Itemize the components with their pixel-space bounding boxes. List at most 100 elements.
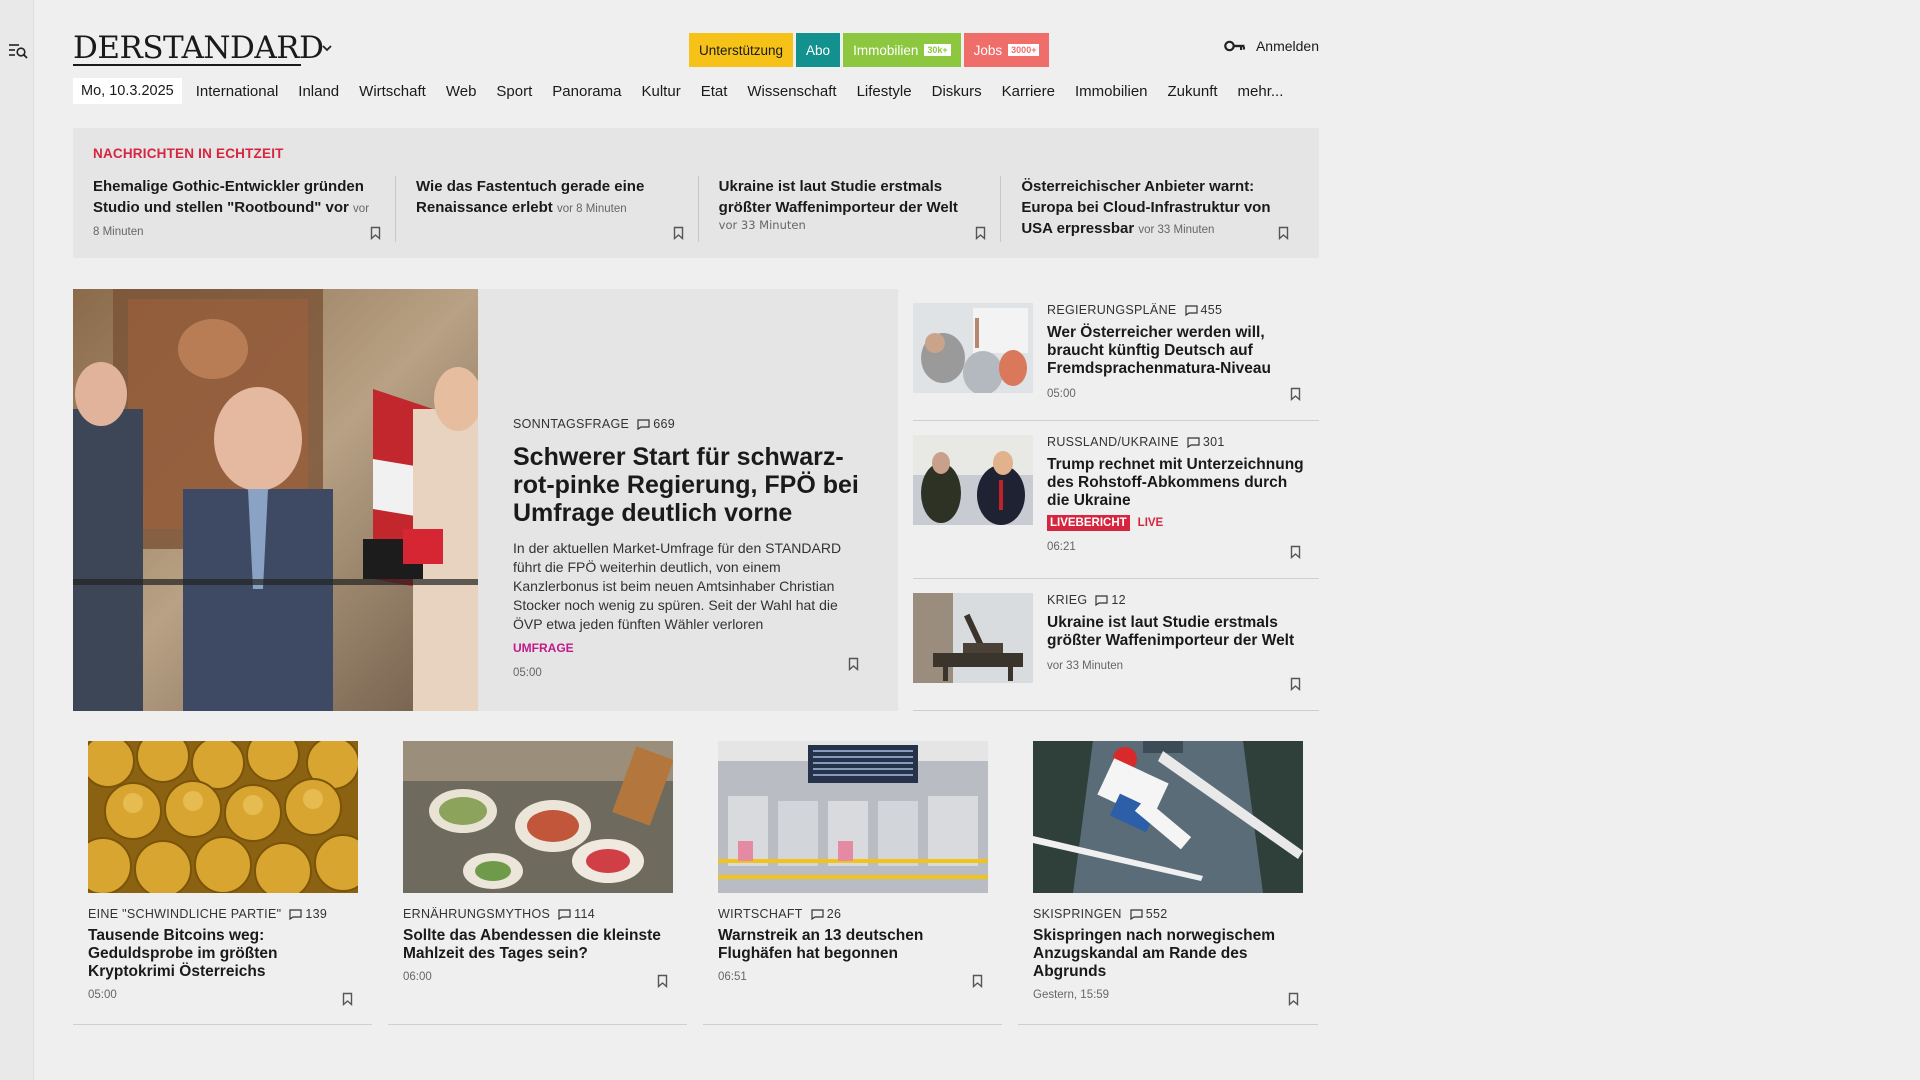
article-thumbnail[interactable] bbox=[913, 593, 1033, 683]
comments-link[interactable]: 12 bbox=[1095, 593, 1126, 607]
comments-link[interactable]: 114 bbox=[558, 907, 595, 921]
article-title[interactable]: Wer Österreicher werden will, braucht kü… bbox=[1047, 324, 1307, 378]
main-nav: Mo, 10.3.2025 International Inland Wirts… bbox=[73, 77, 1303, 105]
nav-inland[interactable]: Inland bbox=[298, 83, 339, 100]
bookmark-icon[interactable] bbox=[1290, 545, 1301, 559]
site-logo[interactable]: DERSTANDARD bbox=[73, 30, 324, 66]
abo-button[interactable]: Abo bbox=[796, 33, 841, 67]
article-kicker: WIRTSCHAFT bbox=[718, 907, 803, 921]
list-item[interactable]: KRIEG 12 Ukraine ist laut Studie erstmal… bbox=[913, 579, 1319, 711]
article-image[interactable] bbox=[403, 741, 673, 893]
article-card[interactable]: SKISPRINGEN 552 Skispringen nach norwegi… bbox=[1018, 729, 1318, 1025]
bookmark-icon[interactable] bbox=[1290, 677, 1301, 691]
article-card[interactable]: ERNÄHRUNGSMYTHOS 114 Sollte das Abendess… bbox=[388, 729, 687, 1025]
comments-link[interactable]: 552 bbox=[1130, 907, 1168, 921]
header-pills: Unterstützung Abo Immobilien 30k+ Jobs 3… bbox=[689, 33, 1050, 67]
comments-link[interactable]: 455 bbox=[1184, 303, 1223, 317]
ticker-item[interactable]: Ukraine ist laut Studie erstmals größter… bbox=[697, 176, 1001, 242]
hero-comments-link[interactable]: 669 bbox=[637, 417, 675, 431]
article-image[interactable] bbox=[718, 741, 988, 893]
nav-kultur[interactable]: Kultur bbox=[642, 83, 681, 100]
nav-immobilien[interactable]: Immobilien bbox=[1075, 83, 1148, 100]
article-thumbnail[interactable] bbox=[913, 435, 1033, 525]
bookmark-icon[interactable] bbox=[1288, 992, 1299, 1006]
hero-teaser: In der aktuellen Market-Umfrage für den … bbox=[513, 540, 842, 632]
article-kicker: KRIEG bbox=[1047, 593, 1088, 607]
nav-wirtschaft[interactable]: Wirtschaft bbox=[359, 83, 426, 100]
nav-karriere[interactable]: Karriere bbox=[1002, 83, 1055, 100]
comment-icon bbox=[558, 908, 571, 920]
chevron-down-icon[interactable] bbox=[319, 40, 335, 56]
nav-wissenschaft[interactable]: Wissenschaft bbox=[747, 83, 836, 100]
article-title[interactable]: Sollte das Abendessen die kleinste Mahlz… bbox=[403, 927, 675, 963]
login-button[interactable]: Anmelden bbox=[1224, 38, 1319, 54]
nav-zukunft[interactable]: Zukunft bbox=[1168, 83, 1218, 100]
article-time: 06:00 bbox=[403, 971, 432, 983]
ticker-item[interactable]: Wie das Fastentuch gerade eine Renaissan… bbox=[395, 176, 698, 242]
nav-web[interactable]: Web bbox=[446, 83, 477, 100]
article-card[interactable]: EINE "SCHWINDLICHE PARTIE" 139 Tausende … bbox=[73, 729, 372, 1025]
jobs-label: Jobs bbox=[973, 42, 1003, 58]
ticker-item-time: vor 8 Minuten bbox=[556, 203, 627, 215]
article-thumbnail[interactable] bbox=[913, 303, 1033, 393]
ticker-item[interactable]: Österreichischer Anbieter warnt: Europa … bbox=[1000, 176, 1303, 242]
bookmark-icon[interactable] bbox=[848, 657, 859, 671]
nav-sport[interactable]: Sport bbox=[496, 83, 532, 100]
comments-link[interactable]: 301 bbox=[1187, 435, 1225, 449]
hero-image[interactable] bbox=[73, 289, 478, 711]
ticker-item-time: vor 33 Minuten bbox=[1138, 224, 1215, 236]
immobilien-count-badge: 30k+ bbox=[924, 44, 951, 56]
bookmark-icon[interactable] bbox=[975, 226, 986, 240]
search-menu-icon[interactable] bbox=[8, 42, 28, 60]
comment-icon bbox=[1184, 304, 1198, 316]
comment-count: 455 bbox=[1200, 303, 1223, 317]
article-title[interactable]: Ukraine ist laut Studie erstmals größter… bbox=[1047, 614, 1307, 650]
ticker-item[interactable]: Ehemalige Gothic-Entwickler gründen Stud… bbox=[93, 176, 395, 242]
article-time: 06:51 bbox=[718, 971, 747, 983]
article-kicker: REGIERUNGSPLÄNE bbox=[1047, 303, 1177, 317]
hero-kicker: SONNTAGSFRAGE bbox=[513, 417, 630, 431]
article-card[interactable]: WIRTSCHAFT 26 Warnstreik an 13 deutschen… bbox=[703, 729, 1002, 1025]
comment-count: 114 bbox=[574, 907, 595, 921]
jobs-button[interactable]: Jobs 3000+ bbox=[963, 33, 1050, 67]
bookmark-icon[interactable] bbox=[1278, 226, 1289, 240]
article-title[interactable]: Trump rechnet mit Unterzeichnung des Roh… bbox=[1047, 456, 1307, 510]
bookmark-icon[interactable] bbox=[972, 974, 983, 988]
article-image[interactable] bbox=[88, 741, 358, 893]
article-kicker: RUSSLAND/UKRAINE bbox=[1047, 435, 1179, 449]
bookmark-icon[interactable] bbox=[342, 992, 353, 1006]
current-date: Mo, 10.3.2025 bbox=[73, 78, 182, 104]
nav-more[interactable]: mehr... bbox=[1238, 83, 1284, 100]
article-image[interactable] bbox=[1033, 741, 1303, 893]
article-title[interactable]: Tausende Bitcoins weg: Geduldsprobe im g… bbox=[88, 927, 360, 981]
comment-icon bbox=[1095, 594, 1109, 606]
liveticker-badge[interactable]: LIVEBERICHT bbox=[1047, 515, 1130, 531]
hero-time: 05:00 bbox=[513, 667, 542, 679]
bookmark-icon[interactable] bbox=[673, 226, 684, 240]
nav-diskurs[interactable]: Diskurs bbox=[932, 83, 982, 100]
ticker-item-time: vor 33 Minuten bbox=[718, 218, 806, 232]
bookmark-icon[interactable] bbox=[370, 226, 381, 240]
bookmark-icon[interactable] bbox=[1290, 387, 1301, 401]
nav-international[interactable]: International bbox=[196, 83, 279, 100]
bookmark-icon[interactable] bbox=[657, 974, 668, 988]
list-item[interactable]: RUSSLAND/UKRAINE 301 Trump rechnet mit U… bbox=[913, 421, 1319, 579]
support-button[interactable]: Unterstützung bbox=[689, 33, 794, 67]
article-title[interactable]: Skispringen nach norwegischem Anzugskand… bbox=[1033, 927, 1305, 981]
hero-title[interactable]: Schwerer Start für schwarz-rot-pinke Reg… bbox=[513, 443, 868, 527]
comment-icon bbox=[289, 908, 302, 920]
list-item[interactable]: REGIERUNGSPLÄNE 455 Wer Österreicher wer… bbox=[913, 289, 1319, 421]
live-indicator: LIVE bbox=[1137, 517, 1164, 529]
hero-tag[interactable]: UMFRAGE bbox=[513, 641, 868, 655]
comments-link[interactable]: 139 bbox=[289, 907, 327, 921]
article-title[interactable]: Warnstreik an 13 deutschen Flughäfen hat… bbox=[718, 927, 990, 963]
article-kicker: ERNÄHRUNGSMYTHOS bbox=[403, 907, 551, 921]
nav-etat[interactable]: Etat bbox=[701, 83, 728, 100]
hero-comment-count: 669 bbox=[653, 417, 675, 431]
immobilien-button[interactable]: Immobilien 30k+ bbox=[843, 33, 961, 67]
hero-article[interactable]: SONNTAGSFRAGE 669 Schwerer Start für sch… bbox=[73, 289, 898, 711]
nav-lifestyle[interactable]: Lifestyle bbox=[857, 83, 912, 100]
ticker-item-title: Ukraine ist laut Studie erstmals größter… bbox=[718, 178, 958, 216]
comments-link[interactable]: 26 bbox=[811, 907, 842, 921]
nav-panorama[interactable]: Panorama bbox=[552, 83, 621, 100]
